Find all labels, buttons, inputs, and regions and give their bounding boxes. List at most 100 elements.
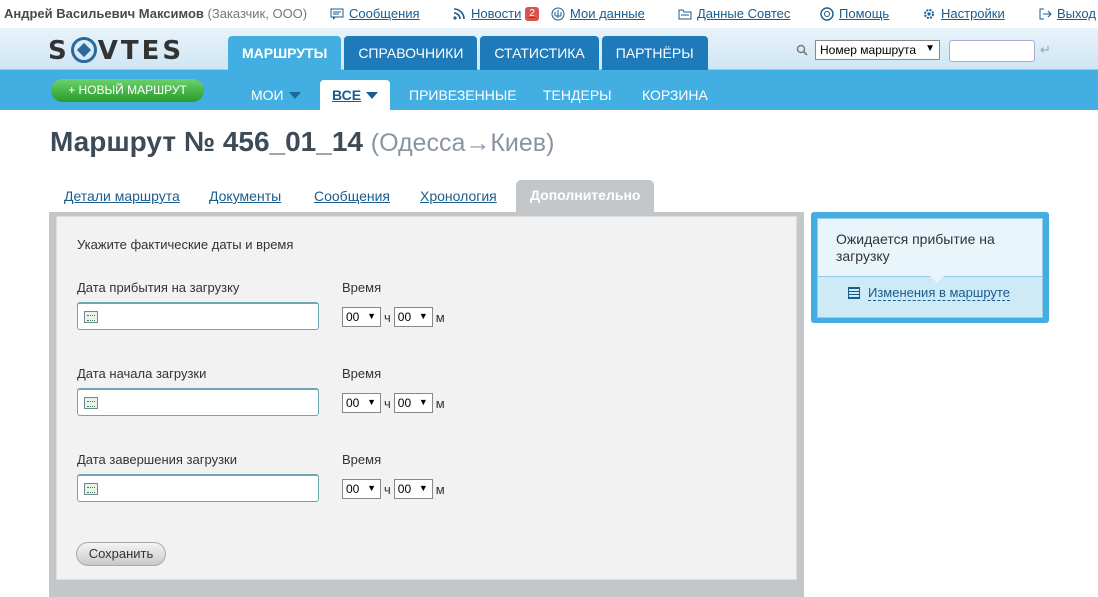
minute-unit: м xyxy=(435,481,445,497)
chevron-down-icon xyxy=(288,92,301,99)
tab-chronology[interactable]: Хронология xyxy=(420,188,497,204)
subtab-tenders[interactable]: ТЕНДЕРЫ xyxy=(531,80,624,110)
sovtes-data-label: Данные Совтес xyxy=(697,6,791,21)
search-icon xyxy=(796,44,808,56)
user-info: Андрей Васильевич Максимов (Заказчик, ОО… xyxy=(4,6,307,21)
tab-route-details[interactable]: Детали маршрута xyxy=(64,188,180,204)
subtab-all-label: ВСЕ xyxy=(332,87,362,103)
logo-globe-icon xyxy=(70,37,97,63)
time-label: Время xyxy=(342,280,382,295)
gear-icon xyxy=(924,8,934,19)
search-type-select[interactable]: Номер маршрута ▼ xyxy=(815,40,940,60)
top-bar: Андрей Васильевич Максимов (Заказчик, ОО… xyxy=(0,0,1098,28)
arrival-minute-select[interactable]: 00 ▼ xyxy=(393,307,433,327)
chevron-down-icon xyxy=(366,92,379,99)
select-arrow-icon: ▼ xyxy=(418,483,428,493)
minute-unit: м xyxy=(435,395,445,411)
help-link[interactable]: Помощь xyxy=(820,6,889,21)
minute-value: 00 xyxy=(397,310,412,324)
search-type-value: Номер маршрута xyxy=(820,43,917,57)
loading-end-label: Дата завершения загрузки xyxy=(77,452,237,467)
loading-end-date-input[interactable] xyxy=(77,474,319,502)
settings-label: Настройки xyxy=(941,6,1005,21)
folder-icon xyxy=(678,9,692,19)
arrival-date-input[interactable] xyxy=(77,302,319,330)
select-arrow-icon: ▼ xyxy=(925,43,935,54)
minute-value: 00 xyxy=(397,396,412,410)
loading-start-minute-select[interactable]: 00 ▼ xyxy=(393,393,433,413)
page-title: Маршрут № 456_01_14 (Одесса→Киев) xyxy=(50,126,554,158)
subtab-all[interactable]: ВСЕ xyxy=(320,80,391,110)
tab-documents[interactable]: Документы xyxy=(209,188,281,204)
logout-link[interactable]: Выход xyxy=(1038,6,1096,21)
main-tabs: МАРШРУТЫ СПРАВОЧНИКИ СТАТИСТИКА ПАРТНЁРЫ xyxy=(228,36,711,70)
my-data-label: Мои данные xyxy=(570,6,645,21)
logout-icon xyxy=(1039,8,1052,19)
subtab-mine[interactable]: МОИ xyxy=(239,80,313,110)
help-label: Помощь xyxy=(839,6,890,21)
message-icon xyxy=(330,8,344,20)
time-label: Время xyxy=(342,452,382,467)
loading-end-time: 00 ▼ ч 00 ▼ м xyxy=(342,479,448,499)
tab-directories[interactable]: СПРАВОЧНИКИ xyxy=(344,36,478,70)
tab-messages[interactable]: Сообщения xyxy=(314,188,390,204)
route-status-box: Ожидается прибытие на загрузку Изменения… xyxy=(811,212,1049,323)
route-number: Маршрут № 456_01_14 xyxy=(50,126,363,157)
calendar-icon[interactable] xyxy=(84,311,98,323)
messages-link[interactable]: Сообщения xyxy=(330,6,420,21)
rss-icon xyxy=(453,7,465,20)
messages-label: Сообщения xyxy=(349,6,420,21)
enter-icon[interactable]: ↵ xyxy=(1040,42,1051,58)
new-route-button[interactable]: + НОВЫЙ МАРШРУТ xyxy=(51,79,204,102)
subtab-delivered[interactable]: ПРИВЕЗЕННЫЕ xyxy=(397,80,529,110)
status-text: Ожидается прибытие на загрузку xyxy=(818,219,1042,283)
time-label: Время xyxy=(342,366,382,381)
tab-partners[interactable]: ПАРТНЁРЫ xyxy=(601,36,708,70)
select-arrow-icon: ▼ xyxy=(418,311,428,321)
tab-routes[interactable]: МАРШРУТЫ xyxy=(228,36,342,70)
minute-value: 00 xyxy=(397,482,412,496)
tab-statistics[interactable]: СТАТИСТИКА xyxy=(480,36,599,70)
news-label: Новости xyxy=(471,6,522,21)
dates-form: Укажите фактические даты и время Дата пр… xyxy=(56,216,797,580)
my-data-link[interactable]: Мои данные xyxy=(551,6,645,21)
form-panel-frame: Укажите фактические даты и время Дата пр… xyxy=(49,212,804,597)
loading-end-hour-select[interactable]: 00 ▼ xyxy=(342,479,381,499)
route-tabs: Детали маршрута Документы Сообщения Хрон… xyxy=(50,180,810,213)
hour-unit: ч xyxy=(384,309,391,325)
route-cities: (Одесса→Киев) xyxy=(370,129,555,157)
subtab-trash[interactable]: КОРЗИНА xyxy=(630,80,720,110)
hour-value: 00 xyxy=(346,310,360,324)
loading-start-hour-select[interactable]: 00 ▼ xyxy=(342,393,381,413)
route-changes-link[interactable]: Изменения в маршруте xyxy=(868,285,1010,301)
sovtes-data-link[interactable]: Данные Совтес xyxy=(678,6,790,21)
select-arrow-icon: ▼ xyxy=(418,397,428,407)
loading-end-minute-select[interactable]: 00 ▼ xyxy=(393,479,433,499)
hour-unit: ч xyxy=(384,481,391,497)
save-button[interactable]: Сохранить xyxy=(76,542,166,566)
select-arrow-icon: ▼ xyxy=(367,483,376,493)
settings-link[interactable]: Настройки xyxy=(922,6,1005,21)
calendar-icon[interactable] xyxy=(84,397,98,409)
hour-unit: ч xyxy=(384,395,391,411)
form-instruction: Укажите фактические даты и время xyxy=(77,237,294,252)
news-count-badge: 2 xyxy=(525,6,539,21)
user-name: Андрей Васильевич Максимов xyxy=(4,6,204,21)
sub-navigation: + НОВЫЙ МАРШРУТ МОИ ВСЕ ПРИВЕЗЕННЫЕ ТЕНД… xyxy=(0,70,1098,110)
search-input[interactable] xyxy=(949,40,1035,62)
select-arrow-icon: ▼ xyxy=(367,311,376,321)
arrival-date-label: Дата прибытия на загрузку xyxy=(77,280,240,295)
logout-label: Выход xyxy=(1057,6,1096,21)
loading-start-label: Дата начала загрузки xyxy=(77,366,207,381)
sovtes-logo[interactable]: S VTES xyxy=(48,36,184,66)
hour-value: 00 xyxy=(346,396,360,410)
status-inner: Ожидается прибытие на загрузку Изменения… xyxy=(817,218,1043,318)
calendar-icon[interactable] xyxy=(84,483,98,495)
lifebuoy-icon xyxy=(820,6,834,21)
loading-start-date-input[interactable] xyxy=(77,388,319,416)
news-link[interactable]: Новости 2 xyxy=(452,6,539,21)
hour-value: 00 xyxy=(346,482,360,496)
tab-additional[interactable]: Дополнительно xyxy=(516,180,655,213)
arrival-hour-select[interactable]: 00 ▼ xyxy=(342,307,381,327)
select-arrow-icon: ▼ xyxy=(367,397,376,407)
